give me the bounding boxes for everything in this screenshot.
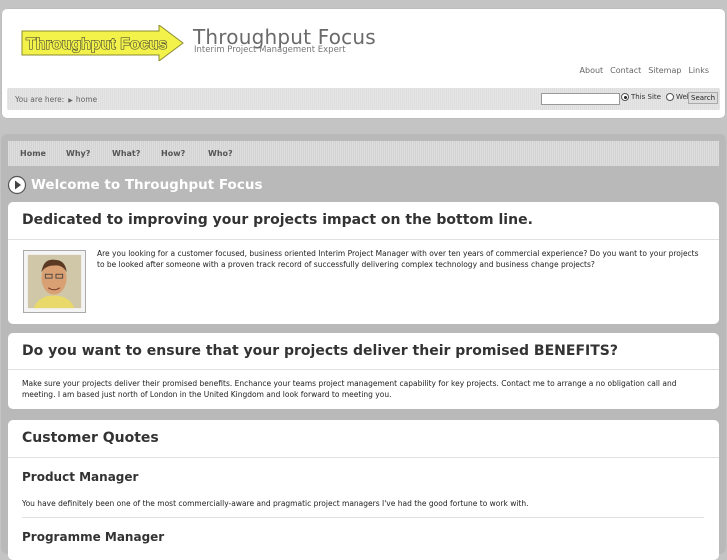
quote-role: Programme Manager: [22, 530, 165, 544]
benefits-text: Make sure your projects deliver their pr…: [22, 379, 677, 399]
welcome-title: Welcome to Throughput Focus: [31, 177, 263, 193]
breadcrumb-label: You are here:: [15, 95, 65, 104]
divider: [8, 369, 719, 370]
breadcrumb: You are here: ▶ home: [15, 95, 97, 104]
contact-link[interactable]: Contact: [610, 66, 641, 75]
breadcrumb-home-link[interactable]: home: [76, 95, 97, 104]
web-radio[interactable]: [665, 93, 674, 101]
this-site-radio[interactable]: [621, 93, 629, 101]
portrait-image: [23, 250, 86, 313]
divider: [8, 239, 719, 240]
site-tagline: Interim Project Management Expert: [194, 45, 346, 55]
logo[interactable]: Throughput Focus: [21, 25, 184, 61]
nav-what[interactable]: What?: [112, 149, 140, 158]
quote-role: Product Manager: [22, 470, 139, 484]
search-input[interactable]: [541, 93, 620, 105]
quotes-heading: Customer Quotes: [22, 430, 159, 446]
this-site-label: This Site: [631, 93, 661, 101]
links-link[interactable]: Links: [688, 66, 709, 75]
quote-text: You have definitely been one of the most…: [22, 499, 529, 508]
triangle-right-icon: ▶: [68, 97, 73, 104]
intro-text: Are you looking for a customer focused, …: [97, 249, 699, 269]
about-link[interactable]: About: [580, 66, 604, 75]
benefits-heading: Do you want to ensure that your projects…: [22, 343, 618, 359]
intro-heading: Dedicated to improving your projects imp…: [22, 212, 533, 228]
sitemap-link[interactable]: Sitemap: [648, 66, 681, 75]
divider: [8, 457, 719, 458]
divider: [22, 517, 704, 518]
play-icon: [7, 175, 27, 195]
top-links: About Contact Sitemap Links: [580, 66, 709, 75]
search-button[interactable]: Search: [688, 92, 719, 104]
nav-home[interactable]: Home: [20, 149, 46, 158]
nav-who[interactable]: Who?: [208, 149, 233, 158]
logo-text: Throughput Focus: [26, 36, 167, 53]
nav-why[interactable]: Why?: [66, 149, 90, 158]
nav-how[interactable]: How?: [161, 149, 185, 158]
search-scope-options: This Site Web: [621, 93, 694, 101]
